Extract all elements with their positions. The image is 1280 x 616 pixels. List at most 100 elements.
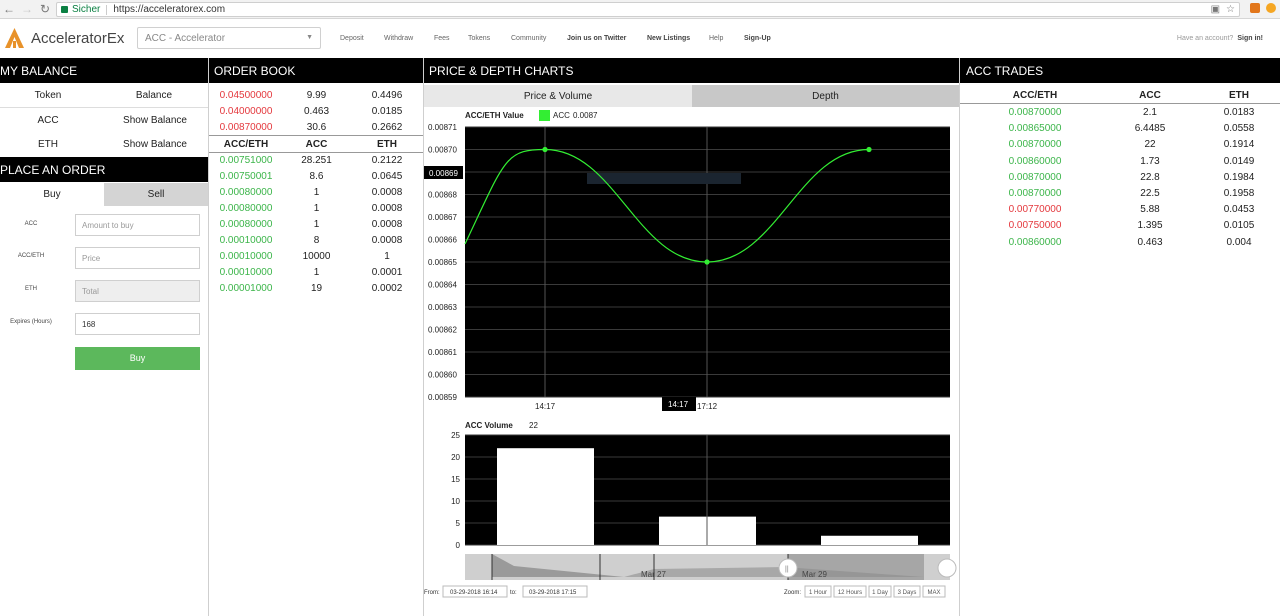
volume-value: 22 — [529, 421, 538, 430]
bid-cell: 0.0008 — [371, 219, 403, 230]
place-order-header: PLACE AN ORDER — [0, 157, 208, 182]
price-y-tick: 0.00866 — [428, 236, 457, 245]
nav-withdraw[interactable]: Withdraw — [384, 35, 413, 42]
brand-name[interactable]: AcceleratorEx — [31, 30, 124, 47]
nav-twitter[interactable]: Join us on Twitter — [567, 35, 626, 42]
trade-amount: 5.88 — [1140, 204, 1160, 216]
sign-in-link[interactable]: Sign in! — [1237, 35, 1263, 42]
price-volume-chart[interactable]: ACC/ETH Value ACC 0.0087 0.00871 0.00870 0… — [424, 107, 959, 599]
metamask-extension-icon[interactable] — [1250, 3, 1260, 13]
secure-label: Sicher — [72, 4, 101, 15]
charts-header: PRICE & DEPTH CHARTS — [424, 58, 959, 83]
price-point[interactable] — [542, 146, 548, 153]
tab-price-volume[interactable]: Price & Volume — [424, 85, 692, 107]
price-point[interactable] — [704, 259, 710, 265]
bid-cell: 8 — [313, 235, 320, 246]
acceleratorex-logo-icon[interactable] — [3, 26, 26, 50]
price-y-tick: 0.00868 — [428, 191, 457, 200]
navigator-handle-right[interactable] — [937, 558, 957, 578]
bid-cell: 0.0008 — [371, 187, 403, 198]
ask-cell: 0.4496 — [371, 90, 403, 101]
from-label: From: — [424, 590, 440, 596]
label-expires: Expires (Hours) — [10, 319, 52, 325]
navigator-label-mar29: Mar 29 — [802, 570, 827, 579]
price-y-tick: 0.00871 — [428, 123, 457, 132]
legend-label: ACC — [553, 111, 570, 120]
nav-new-listings[interactable]: New Listings — [647, 35, 690, 42]
volume-bar[interactable] — [821, 535, 918, 545]
reload-icon[interactable]: ↻ — [36, 2, 54, 16]
ask-cell: 0.2662 — [371, 122, 403, 133]
account-prompt: Have an account? Sign in! — [1176, 35, 1263, 42]
trades-col-header: ACC — [1139, 90, 1161, 101]
coin-extension-icon[interactable] — [1266, 3, 1276, 13]
trade-eth: 0.0105 — [1223, 220, 1255, 232]
translate-icon[interactable]: ▣ — [1211, 4, 1220, 15]
volume-y-tick: 10 — [451, 497, 460, 506]
show-balance-eth[interactable]: Show Balance — [110, 139, 200, 150]
nav-fees[interactable]: Fees — [434, 35, 450, 42]
bid-cell: 0.00010000 — [219, 251, 273, 262]
amount-input[interactable]: Amount to buy — [75, 214, 200, 236]
zoom-button-label: 12 Hours — [838, 590, 862, 596]
trade-eth: 0.1914 — [1223, 139, 1255, 151]
price-point[interactable] — [866, 146, 872, 153]
ask-cell: 0.04500000 — [219, 90, 273, 101]
volume-y-tick: 25 — [451, 431, 460, 440]
ask-cell: 0.463 — [303, 106, 330, 117]
price-y-tick: 0.00861 — [428, 348, 457, 357]
bid-cell: 0.00010000 — [219, 267, 273, 278]
address-bar[interactable]: Sicher https://acceleratorex.com ▣ ☆ — [56, 2, 1240, 17]
balance-token-eth: ETH — [38, 139, 58, 150]
bid-cell: 0.2122 — [371, 155, 403, 166]
volume-y-tick: 5 — [456, 519, 461, 528]
show-balance-acc[interactable]: Show Balance — [110, 115, 200, 126]
trade-eth: 0.0183 — [1223, 107, 1255, 118]
to-label: to: — [510, 590, 517, 596]
price-y-tick: 0.00870 — [428, 146, 457, 155]
bid-cell: 0.00080000 — [219, 219, 273, 230]
bid-cell: 8.6 — [309, 171, 324, 182]
trade-eth: 0.004 — [1226, 236, 1252, 248]
bookmark-star-icon[interactable]: ☆ — [1226, 4, 1235, 15]
trade-price: 0.00870000 — [1008, 107, 1062, 118]
bid-cell: 0.00751000 — [219, 155, 273, 166]
total-input: Total — [75, 280, 200, 302]
balance-col-token: Token — [34, 90, 62, 101]
volume-y-tick: 15 — [451, 475, 460, 484]
buy-button[interactable]: Buy — [75, 347, 200, 370]
price-x-tick: 14:17 — [535, 402, 556, 411]
label-acc: ACC — [24, 221, 38, 227]
forward-arrow-icon[interactable]: → — [18, 2, 36, 16]
tab-sell[interactable]: Sell — [104, 183, 208, 206]
nav-help[interactable]: Help — [709, 35, 723, 42]
price-input[interactable]: Price — [75, 247, 200, 269]
price-y-tick: 0.00864 — [428, 281, 457, 290]
bid-cell: 19 — [310, 283, 323, 294]
volume-bar[interactable] — [497, 448, 594, 545]
trade-amount: 1.395 — [1137, 220, 1163, 232]
volume-y-tick: 20 — [451, 453, 460, 462]
trade-eth: 0.0453 — [1223, 204, 1255, 216]
balance-col-balance: Balance — [135, 90, 173, 101]
trade-eth: 0.0558 — [1223, 123, 1255, 135]
nav-tokens[interactable]: Tokens — [468, 35, 490, 42]
tab-buy[interactable]: Buy — [0, 183, 104, 206]
order-book-header: ORDER BOOK — [209, 58, 423, 83]
expires-input[interactable]: 168 — [75, 313, 200, 335]
trade-eth: 0.0149 — [1223, 155, 1255, 167]
nav-community[interactable]: Community — [511, 35, 546, 42]
balance-token-acc: ACC — [37, 115, 59, 126]
browser-toolbar: ← → ↻ Sicher https://acceleratorex.com ▣… — [0, 0, 1280, 19]
tab-depth[interactable]: Depth — [692, 85, 959, 107]
nav-deposit[interactable]: Deposit — [340, 35, 364, 42]
trade-price: 0.00870000 — [1008, 188, 1062, 199]
back-arrow-icon[interactable]: ← — [0, 2, 18, 16]
legend-swatch — [539, 110, 550, 121]
order-book-col-header: ETH — [377, 139, 397, 150]
bid-cell: 1 — [384, 251, 390, 262]
nav-signup[interactable]: Sign-Up — [744, 35, 771, 42]
price-y-tick: 0.00863 — [428, 303, 457, 312]
bid-cell: 0.0008 — [371, 235, 403, 246]
pair-select[interactable]: ACC - Accelerator ▼ — [137, 27, 321, 49]
